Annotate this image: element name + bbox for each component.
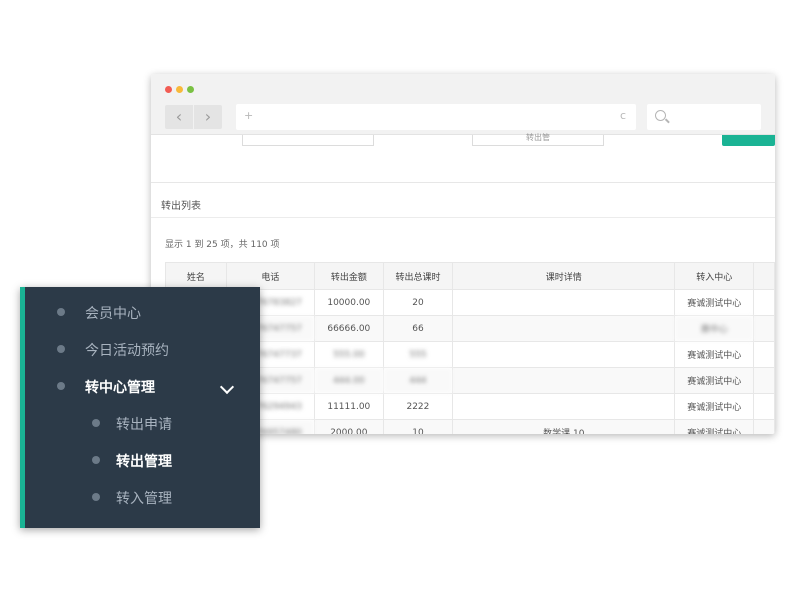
cell-detail — [452, 341, 676, 368]
cell-hours: 20 — [382, 289, 454, 316]
cell-center: 赛诚测试中心 — [674, 393, 755, 420]
reload-icon[interactable]: c — [620, 109, 626, 122]
sidebar-subitem-transfer-out-apply[interactable]: 转出申请 — [116, 414, 172, 434]
table-header-row: 姓名 电话 转出金额 转出总课时 课时详情 转入中心 — [165, 262, 775, 290]
cell-extra — [753, 367, 775, 394]
cell-center: 赛诚测试中心 — [674, 419, 755, 434]
cell-center: 赛诚测试中心 — [674, 289, 755, 316]
sidebar-item-member-center[interactable]: 会员中心 — [85, 303, 141, 323]
search-button[interactable] — [722, 135, 775, 146]
cell-amount: 555.00 — [314, 341, 384, 368]
column-header[interactable]: 姓名 — [165, 262, 227, 290]
cell-detail — [452, 367, 676, 394]
cell-detail — [452, 393, 676, 420]
section-title: 转出列表 — [161, 201, 201, 212]
column-header — [753, 262, 775, 290]
cell-hours: 2222 — [382, 393, 454, 420]
filter-input[interactable] — [242, 135, 374, 146]
cell-extra — [753, 393, 775, 420]
cell-amount: 444.00 — [314, 367, 384, 394]
bullet-icon — [57, 345, 65, 353]
chevron-down-icon[interactable] — [219, 379, 235, 395]
cell-center: 赛诚测试中心 — [674, 367, 755, 394]
bullet-icon — [92, 493, 100, 501]
browser-search-field[interactable] — [647, 104, 761, 130]
column-header[interactable]: 转出总课时 — [382, 262, 454, 290]
search-icon — [655, 110, 666, 121]
address-bar[interactable]: + c — [236, 104, 636, 130]
bullet-icon — [57, 308, 65, 316]
cell-amount: 11111.00 — [314, 393, 384, 420]
bullet-icon — [92, 419, 100, 427]
cell-amount: 10000.00 — [314, 289, 384, 316]
cell-hours: 10 — [382, 419, 454, 434]
column-header[interactable]: 课时详情 — [452, 262, 676, 290]
column-header[interactable]: 转出金额 — [314, 262, 384, 290]
cell-detail — [452, 289, 676, 316]
divider — [151, 217, 775, 218]
site-info-icon: + — [244, 109, 254, 122]
sidebar-item-today-bookings[interactable]: 今日活动预约 — [85, 340, 169, 360]
minimize-window-icon[interactable] — [176, 86, 183, 93]
cell-center: 赛诚测试中心 — [674, 341, 755, 368]
record-count: 显示 1 到 25 项，共 110 项 — [165, 240, 280, 250]
cell-extra — [753, 289, 775, 316]
active-accent-bar — [20, 287, 25, 528]
back-button[interactable]: ‹ — [165, 105, 193, 129]
cell-hours: 66 — [382, 315, 454, 342]
column-header[interactable]: 转入中心 — [674, 262, 755, 290]
cell-extra — [753, 419, 775, 434]
cell-amount: 66666.00 — [314, 315, 384, 342]
divider — [151, 182, 775, 183]
column-header[interactable]: 电话 — [225, 262, 316, 290]
cell-extra — [753, 341, 775, 368]
cell-hours: 444 — [382, 367, 454, 394]
cell-center: 赛中心 — [674, 315, 755, 342]
sidebar-menu: 会员中心 今日活动预约 转中心管理 转出申请 转出管理 转入管理 — [20, 287, 260, 528]
cell-detail — [452, 315, 676, 342]
forward-button[interactable]: › — [194, 105, 222, 129]
maximize-window-icon[interactable] — [187, 86, 194, 93]
sidebar-subitem-transfer-out-manage[interactable]: 转出管理 — [116, 451, 172, 471]
sidebar-subitem-transfer-in-manage[interactable]: 转入管理 — [116, 488, 172, 508]
bullet-icon — [92, 456, 100, 464]
cell-amount: 2000.00 — [314, 419, 384, 434]
cell-detail: 数学课 10 — [452, 419, 676, 434]
browser-toolbar: ‹ › + c — [151, 74, 775, 135]
cell-hours: 555 — [382, 341, 454, 368]
sidebar-item-center-transfer[interactable]: 转中心管理 — [85, 377, 155, 397]
close-window-icon[interactable] — [165, 86, 172, 93]
filter-select[interactable]: 转出管 — [472, 134, 604, 146]
bullet-icon — [57, 382, 65, 390]
cell-extra — [753, 315, 775, 342]
